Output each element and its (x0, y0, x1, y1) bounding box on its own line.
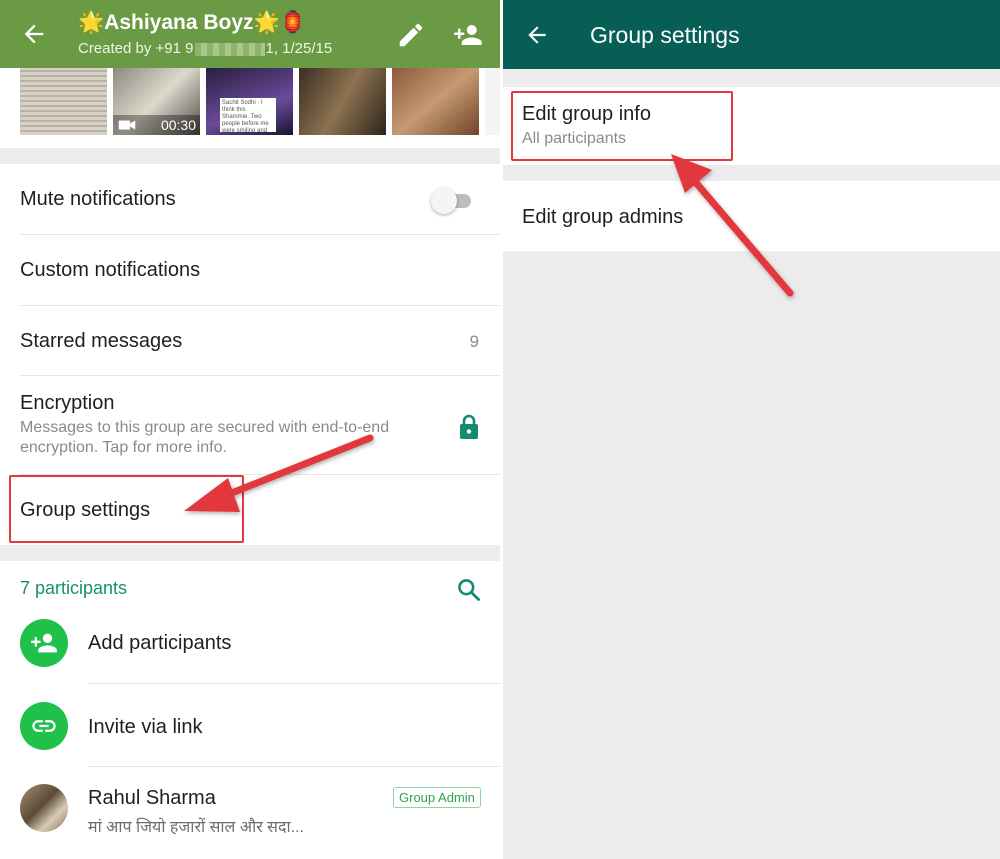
invite-via-link-row[interactable]: Invite via link (0, 684, 500, 767)
redacted-phone (194, 42, 265, 56)
media-thumbnail[interactable] (299, 68, 386, 135)
screen-title: Group settings (590, 22, 740, 48)
custom-notifications-label: Custom notifications (20, 259, 201, 281)
highlight-box-group-settings (9, 475, 244, 543)
group-admin-badge: Group Admin (393, 787, 481, 808)
video-camera-icon (118, 120, 136, 130)
encryption-row[interactable]: Encryption Messages to this group are se… (0, 376, 500, 475)
add-person-icon (31, 633, 57, 653)
participants-section: 7 participants Add participants (0, 561, 500, 684)
group-created-info: Created by +91 9 1, 1/25/15 (78, 40, 332, 57)
group-name: 🌟Ashiyana Boyz🌟🏮 (78, 11, 306, 34)
group-info-screen: 🌟Ashiyana Boyz🌟🏮 Created by +91 9 1, 1/25… (0, 0, 500, 859)
thumbnail-message-card: Sachit Sodhi · I think this Shammie. Two… (220, 98, 276, 134)
invite-link-avatar (20, 702, 68, 750)
video-duration: 00:30 (160, 117, 196, 133)
created-by-suffix: 1, 1/25/15 (265, 40, 333, 57)
search-icon[interactable] (456, 577, 482, 603)
media-strip[interactable]: 00:30 Sachit Sodhi · I think this Shammi… (0, 68, 500, 148)
add-participants-label: Add participants (88, 632, 232, 654)
participant-status: मां आप जियो हजारों साल और सदा... (88, 819, 304, 836)
add-person-icon[interactable] (453, 20, 483, 50)
mute-toggle-knob[interactable] (431, 188, 457, 214)
media-thumbnail-video[interactable]: 00:30 (113, 68, 200, 135)
participant-name: Rahul Sharma (88, 787, 216, 809)
media-thumbnail[interactable]: Sachit Sodhi · I think this Shammie. Two… (206, 68, 293, 135)
mute-notifications-label: Mute notifications (20, 188, 176, 210)
invite-via-link-label: Invite via link (88, 716, 203, 738)
media-thumbnail[interactable] (20, 68, 107, 135)
created-by-prefix: Created by +91 9 (78, 40, 194, 57)
edit-group-admins-label: Edit group admins (522, 206, 684, 228)
starred-messages-row[interactable]: Starred messages 9 (0, 306, 500, 376)
participant-avatar[interactable] (20, 784, 68, 832)
custom-notifications-row[interactable]: Custom notifications (0, 235, 500, 306)
section-gap (0, 148, 500, 164)
highlight-box-edit-group-info (511, 91, 733, 161)
encryption-description: Messages to this group are secured with … (20, 419, 390, 456)
pencil-icon[interactable] (396, 20, 426, 50)
participants-count-title: 7 participants (20, 578, 128, 598)
encryption-label: Encryption (20, 392, 115, 414)
participant-row[interactable]: Rahul Sharma मां आप जियो हजारों साल और स… (0, 767, 500, 859)
edit-group-admins-row[interactable]: Edit group admins (503, 181, 1000, 251)
group-settings-header: Group settings (503, 0, 1000, 69)
back-arrow-icon[interactable] (20, 20, 48, 48)
starred-messages-label: Starred messages (20, 330, 183, 352)
media-thumbnail[interactable] (392, 68, 479, 135)
group-settings-screen: Group settings Edit group info All parti… (503, 0, 1000, 859)
group-info-header: 🌟Ashiyana Boyz🌟🏮 Created by +91 9 1, 1/25… (0, 0, 500, 68)
video-overlay: 00:30 (113, 115, 200, 135)
link-icon (32, 720, 56, 732)
lock-icon (460, 414, 478, 439)
section-gap (0, 545, 500, 561)
back-arrow-icon[interactable] (524, 22, 550, 48)
starred-count: 9 (469, 332, 479, 351)
mute-notifications-row[interactable]: Mute notifications (0, 164, 500, 235)
add-participant-avatar (20, 619, 68, 667)
media-thumbnail-partial[interactable] (485, 68, 500, 135)
